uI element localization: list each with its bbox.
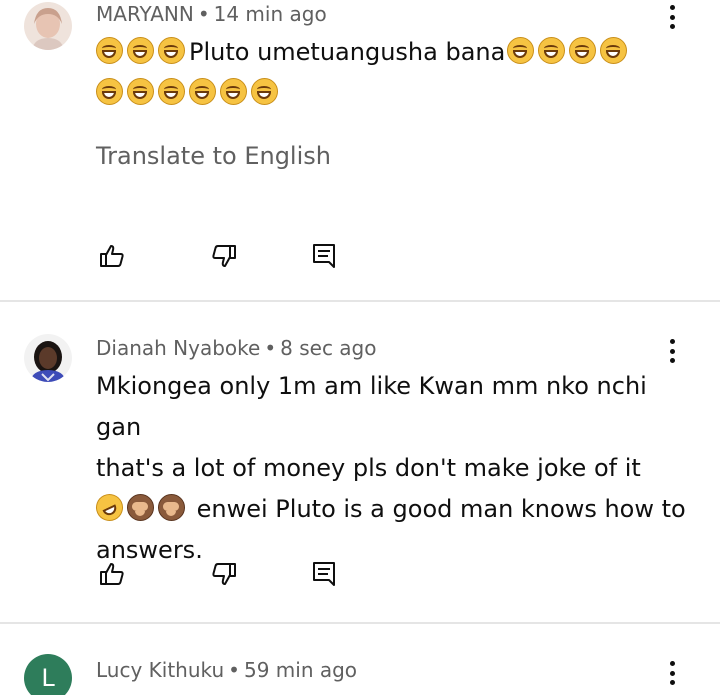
joy-emoji-icon — [569, 37, 597, 64]
joy-emoji-icon — [127, 78, 154, 105]
thumb-up-icon[interactable] — [96, 240, 128, 272]
translate-link[interactable]: Translate to English — [96, 142, 331, 170]
comment-line: Pluto umetuangusha bana — [96, 32, 696, 73]
comment-meta: Lucy Kithuku • 59 min ago — [96, 658, 357, 682]
comment-text-segment: enwei Pluto is a good man knows how to — [196, 495, 686, 523]
comment-time: 59 min ago — [243, 658, 358, 682]
comment-author[interactable]: MARYANN — [96, 2, 194, 26]
rofl-emoji-icon — [91, 489, 128, 526]
joy-emoji-icon — [189, 78, 216, 105]
joy-emoji-icon — [220, 78, 247, 105]
comment-line: enwei Pluto is a good man knows how to — [91, 489, 696, 530]
avatar[interactable] — [24, 334, 72, 382]
comment-author[interactable]: Lucy Kithuku — [96, 658, 224, 682]
comment-text: Mkiongea only 1m am like Kwan mm nko nch… — [91, 366, 696, 571]
comment-line: Mkiongea only 1m am like Kwan mm nko nch… — [96, 372, 647, 441]
meta-separator: • — [264, 336, 277, 360]
comment-line: answers. — [96, 536, 203, 564]
thumb-down-icon[interactable] — [208, 558, 240, 590]
comment-time: 14 min ago — [213, 2, 327, 26]
comment-author[interactable]: Dianah Nyaboke — [96, 336, 260, 360]
comment-item: MARYANN • 14 min ago Pluto umetuangusha ba… — [0, 0, 720, 300]
comment-text-segment: Pluto umetuangusha bana — [189, 38, 506, 66]
comment-item: Dianah Nyaboke • 8 sec ago Mkiongea only 1… — [0, 302, 720, 622]
comment-meta: MARYANN • 14 min ago — [96, 2, 327, 26]
see-no-evil-monkey-emoji-icon — [127, 494, 154, 521]
more-vertical-icon[interactable] — [660, 658, 684, 688]
comment-line: that's a lot of money pls don't make jok… — [96, 454, 641, 482]
thumb-up-icon[interactable] — [96, 558, 128, 590]
joy-emoji-icon — [251, 78, 278, 105]
joy-emoji-icon — [158, 78, 185, 105]
avatar[interactable]: L — [24, 654, 72, 695]
comment-text: Pluto umetuangusha bana — [96, 32, 696, 114]
joy-emoji-icon — [600, 37, 628, 64]
avatar-photo — [24, 2, 72, 50]
joy-emoji-icon — [96, 37, 123, 64]
avatar-photo — [24, 334, 72, 382]
joy-emoji-icon — [507, 37, 535, 64]
joy-emoji-icon — [96, 78, 123, 105]
more-vertical-icon[interactable] — [660, 336, 684, 366]
comment-item: L Lucy Kithuku • 59 min ago — [0, 624, 720, 695]
comment-time: 8 sec ago — [280, 336, 377, 360]
joy-emoji-icon — [538, 37, 566, 64]
joy-emoji-icon — [127, 37, 154, 64]
comment-icon[interactable] — [308, 240, 340, 272]
avatar[interactable] — [24, 2, 72, 50]
comment-meta: Dianah Nyaboke • 8 sec ago — [96, 336, 377, 360]
see-no-evil-monkey-emoji-icon — [158, 494, 185, 521]
comment-line — [96, 73, 696, 114]
thumb-down-icon[interactable] — [208, 240, 240, 272]
more-vertical-icon[interactable] — [660, 2, 684, 32]
comment-icon[interactable] — [308, 558, 340, 590]
meta-separator: • — [228, 658, 240, 682]
joy-emoji-icon — [158, 37, 185, 64]
meta-separator: • — [197, 2, 210, 26]
